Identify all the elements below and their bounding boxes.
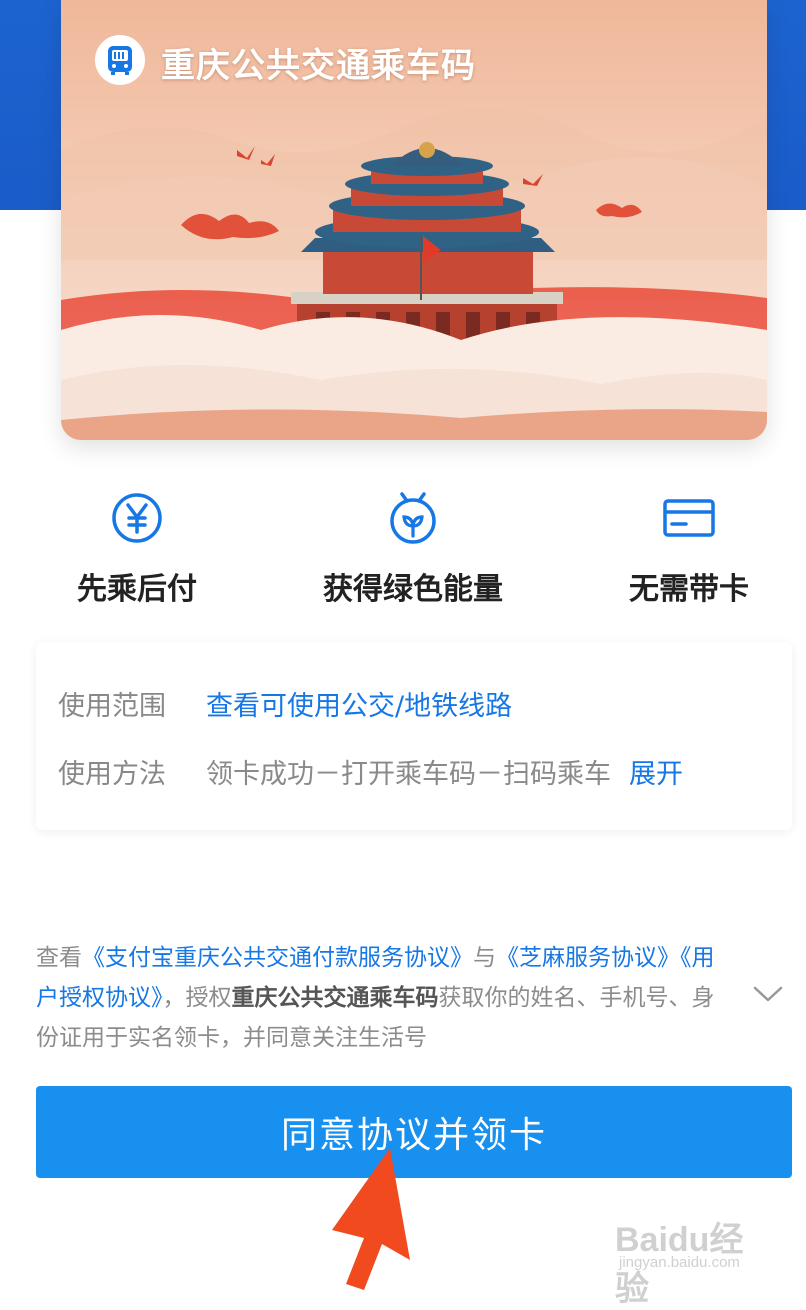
baidu-jingyan-watermark: Baidu经验 jingyan.baidu.com bbox=[615, 1200, 775, 1308]
chevron-down-icon[interactable] bbox=[752, 984, 784, 1004]
feature-label: 获得绿色能量 bbox=[323, 572, 503, 607]
feature-label: 先乘后付 bbox=[77, 572, 197, 607]
usage-scope-label: 使用范围 bbox=[58, 691, 166, 722]
agreement-app-name: 重庆公共交通乘车码 bbox=[231, 985, 439, 1011]
usage-method-text: 领卡成功－打开乘车码－扫码乘车 bbox=[206, 759, 611, 790]
feature-row: 先乘后付 获得绿色能量 无需带卡 bbox=[0, 490, 806, 610]
usage-method-row: 使用方法 领卡成功－打开乘车码－扫码乘车 展开 bbox=[58, 752, 683, 791]
zhima-agreement-link[interactable]: 《芝麻服务协议》 bbox=[496, 945, 680, 971]
yuan-circle-icon bbox=[112, 493, 162, 543]
sprout-icon bbox=[390, 492, 436, 544]
bus-icon bbox=[95, 35, 145, 85]
agreement-mid: ，授权 bbox=[162, 985, 232, 1011]
card-title: 重庆公共交通乘车码 bbox=[161, 46, 476, 86]
usage-method-label: 使用方法 bbox=[58, 759, 166, 790]
annotation-arrow-icon bbox=[332, 1148, 410, 1290]
feature-pay-later: 先乘后付 bbox=[17, 490, 257, 608]
agreement-and: 与 bbox=[473, 945, 496, 971]
usage-info-box: 使用范围 查看可使用公交/地铁线路 使用方法 领卡成功－打开乘车码－扫码乘车 展开 bbox=[36, 642, 792, 830]
card-icon bbox=[663, 499, 715, 537]
agreement-text: 查看《支付宝重庆公共交通付款服务协议》与《芝麻服务协议》《用户授权协议》，授权重… bbox=[36, 938, 726, 1058]
expand-link[interactable]: 展开 bbox=[629, 759, 683, 790]
transit-card-banner: 重庆公共交通乘车码 bbox=[61, 0, 767, 440]
agreement-prefix: 查看 bbox=[36, 945, 82, 971]
feature-no-card: 无需带卡 bbox=[569, 490, 806, 608]
view-routes-link[interactable]: 查看可使用公交/地铁线路 bbox=[206, 691, 512, 722]
feature-green-energy: 获得绿色能量 bbox=[293, 490, 533, 608]
alipay-payment-agreement-link[interactable]: 《支付宝重庆公共交通付款服务协议》 bbox=[82, 945, 473, 971]
usage-scope-row: 使用范围 查看可使用公交/地铁线路 bbox=[58, 684, 512, 723]
watermark-sub: jingyan.baidu.com bbox=[619, 1254, 740, 1271]
feature-label: 无需带卡 bbox=[629, 572, 749, 607]
